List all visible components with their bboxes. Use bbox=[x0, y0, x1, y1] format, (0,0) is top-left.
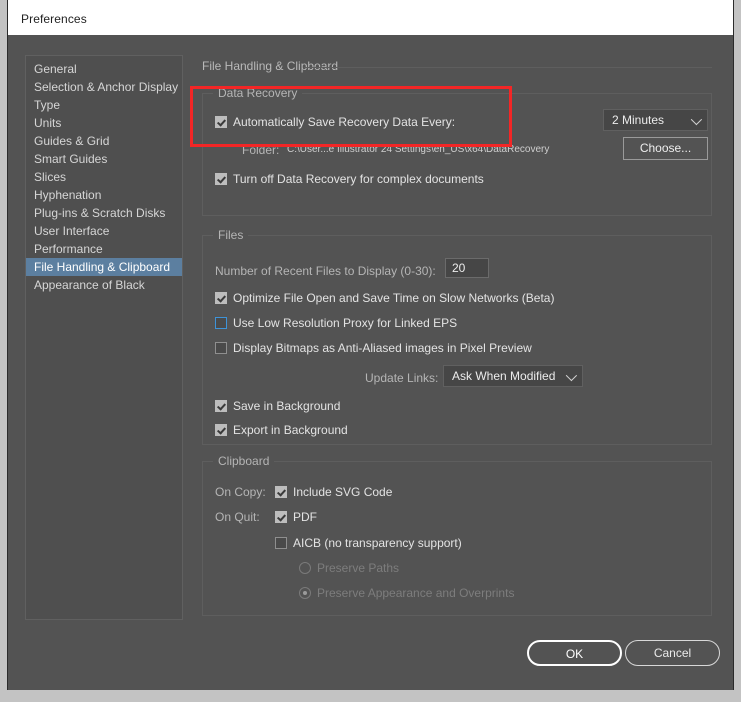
turn-off-data-recovery-label: Turn off Data Recovery for complex docum… bbox=[233, 172, 484, 186]
preferences-dialog-screen: Preferences General Selection & Anchor Di… bbox=[0, 0, 741, 702]
sidebar-item-slices[interactable]: Slices bbox=[26, 168, 182, 186]
recovery-interval-select[interactable]: 2 Minutes bbox=[603, 109, 708, 131]
aicb-label: AICB (no transparency support) bbox=[293, 536, 462, 550]
update-links-select[interactable]: Ask When Modified bbox=[443, 365, 583, 387]
low-res-proxy-row[interactable]: Use Low Resolution Proxy for Linked EPS bbox=[215, 314, 457, 332]
preserve-paths-radio[interactable] bbox=[299, 562, 311, 574]
aicb-row[interactable]: AICB (no transparency support) bbox=[275, 534, 462, 552]
data-recovery-group: Data Recovery Automatically Save Recover… bbox=[202, 86, 712, 216]
sidebar-item-appearance-of-black[interactable]: Appearance of Black bbox=[26, 276, 182, 294]
pane-title: File Handling & Clipboard bbox=[202, 59, 339, 73]
sidebar-item-file-handling-clipboard[interactable]: File Handling & Clipboard bbox=[26, 258, 182, 276]
sidebar-item-guides-grid[interactable]: Guides & Grid bbox=[26, 132, 182, 150]
include-svg-checkbox[interactable] bbox=[275, 486, 287, 498]
sidebar-item-performance[interactable]: Performance bbox=[26, 240, 182, 258]
recovery-interval-value: 2 Minutes bbox=[612, 113, 665, 127]
update-links-label: Update Links: bbox=[365, 371, 439, 385]
dialog-body: General Selection & Anchor Display Type Uni… bbox=[8, 35, 733, 690]
save-in-background-label: Save in Background bbox=[233, 399, 341, 413]
pdf-checkbox[interactable] bbox=[275, 511, 287, 523]
sidebar-item-hyphenation[interactable]: Hyphenation bbox=[26, 186, 182, 204]
sidebar-item-selection-anchor-display[interactable]: Selection & Anchor Display bbox=[26, 78, 182, 96]
auto-save-recovery-label: Automatically Save Recovery Data Every: bbox=[233, 115, 456, 129]
include-svg-label: Include SVG Code bbox=[293, 485, 393, 499]
preferences-pane: File Handling & Clipboard Data Recovery … bbox=[194, 55, 712, 620]
low-res-proxy-label: Use Low Resolution Proxy for Linked EPS bbox=[233, 316, 458, 330]
preserve-paths-label: Preserve Paths bbox=[317, 561, 400, 575]
sidebar-item-units[interactable]: Units bbox=[26, 114, 182, 132]
update-links-value: Ask When Modified bbox=[452, 369, 556, 383]
export-in-background-row[interactable]: Export in Background bbox=[215, 421, 348, 439]
include-svg-row[interactable]: Include SVG Code bbox=[275, 483, 392, 501]
preserve-appearance-label: Preserve Appearance and Overprints bbox=[317, 586, 515, 600]
recent-files-label: Number of Recent Files to Display (0-30)… bbox=[215, 264, 436, 278]
turn-off-data-recovery-checkbox[interactable] bbox=[215, 173, 227, 185]
on-copy-label: On Copy: bbox=[215, 485, 266, 499]
optimize-file-open-label: Optimize File Open and Save Time on Slow… bbox=[233, 291, 555, 305]
export-in-background-label: Export in Background bbox=[233, 423, 348, 437]
recent-files-input[interactable]: 20 bbox=[445, 258, 489, 278]
preserve-appearance-row[interactable]: Preserve Appearance and Overprints bbox=[299, 584, 514, 602]
files-legend: Files bbox=[213, 228, 249, 242]
low-res-proxy-checkbox[interactable] bbox=[215, 317, 227, 329]
aicb-checkbox[interactable] bbox=[275, 537, 287, 549]
sidebar-item-plug-ins-scratch-disks[interactable]: Plug-ins & Scratch Disks bbox=[26, 204, 182, 222]
on-quit-label: On Quit: bbox=[215, 510, 260, 524]
pdf-label: PDF bbox=[293, 510, 317, 524]
preserve-paths-row[interactable]: Preserve Paths bbox=[299, 559, 399, 577]
sidebar-item-smart-guides[interactable]: Smart Guides bbox=[26, 150, 182, 168]
chevron-down-icon bbox=[565, 369, 578, 382]
display-bitmaps-row[interactable]: Display Bitmaps as Anti-Aliased images i… bbox=[215, 339, 532, 357]
save-in-background-row[interactable]: Save in Background bbox=[215, 397, 340, 415]
save-in-background-checkbox[interactable] bbox=[215, 400, 227, 412]
clipboard-legend: Clipboard bbox=[213, 454, 275, 468]
clipboard-group: Clipboard On Copy: Include SVG Code On Q… bbox=[202, 454, 712, 616]
turn-off-data-recovery-row[interactable]: Turn off Data Recovery for complex docum… bbox=[215, 170, 484, 188]
cancel-button[interactable]: Cancel bbox=[625, 640, 720, 666]
export-in-background-checkbox[interactable] bbox=[215, 424, 227, 436]
sidebar-item-general[interactable]: General bbox=[26, 60, 182, 78]
preferences-category-list[interactable]: General Selection & Anchor Display Type Uni… bbox=[25, 55, 183, 620]
auto-save-recovery-checkbox[interactable] bbox=[215, 116, 227, 128]
optimize-file-open-row[interactable]: Optimize File Open and Save Time on Slow… bbox=[215, 289, 554, 307]
window-title: Preferences bbox=[21, 12, 87, 26]
recovery-folder-path: C:\User...e Illustrator 24 Settings\en_U… bbox=[287, 144, 550, 155]
preferences-window: Preferences General Selection & Anchor Di… bbox=[7, 0, 734, 690]
data-recovery-legend: Data Recovery bbox=[213, 86, 303, 100]
pane-title-divider bbox=[304, 67, 712, 68]
display-bitmaps-checkbox[interactable] bbox=[215, 342, 227, 354]
window-titlebar: Preferences bbox=[8, 0, 733, 35]
pdf-row[interactable]: PDF bbox=[275, 508, 317, 526]
auto-save-recovery-row[interactable]: Automatically Save Recovery Data Every: bbox=[215, 113, 455, 131]
optimize-file-open-checkbox[interactable] bbox=[215, 292, 227, 304]
ok-button[interactable]: OK bbox=[527, 640, 622, 666]
sidebar-item-user-interface[interactable]: User Interface bbox=[26, 222, 182, 240]
choose-folder-button[interactable]: Choose... bbox=[623, 137, 708, 160]
chevron-down-icon bbox=[690, 113, 703, 126]
display-bitmaps-label: Display Bitmaps as Anti-Aliased images i… bbox=[233, 341, 532, 355]
preserve-appearance-radio[interactable] bbox=[299, 587, 311, 599]
files-group: Files Number of Recent Files to Display … bbox=[202, 228, 712, 445]
recovery-folder-label: Folder: bbox=[242, 143, 280, 157]
sidebar-item-type[interactable]: Type bbox=[26, 96, 182, 114]
